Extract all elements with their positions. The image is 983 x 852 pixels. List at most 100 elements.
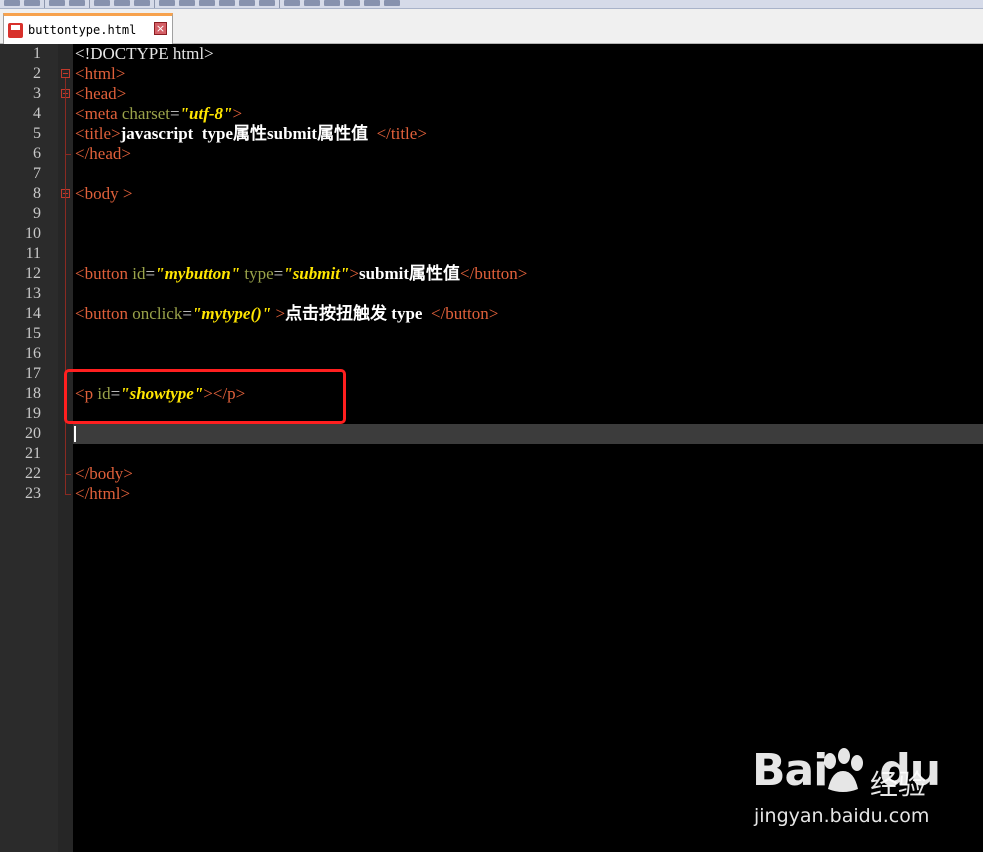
line-number: 12: [25, 265, 41, 282]
tag: >: [232, 104, 243, 123]
jingyan-text: 经验: [870, 768, 927, 801]
doctype: <!DOCTYPE html>: [75, 44, 214, 63]
watermark-url: jingyan.baidu.com: [754, 805, 930, 827]
line-number: 15: [25, 325, 41, 342]
toolbar-button[interactable]: [4, 0, 20, 6]
line-number: 8: [33, 185, 41, 202]
line-number: 13: [25, 285, 41, 302]
fold-guide: [65, 78, 66, 494]
toolbar-button[interactable]: [69, 0, 85, 6]
tag: </button>: [430, 304, 499, 323]
string: "submit": [283, 264, 350, 283]
attribute: onclick: [128, 304, 183, 323]
text-content: javascript type属性submit属性值: [120, 124, 377, 143]
toolbar-button[interactable]: [284, 0, 300, 6]
text-caret: [74, 426, 76, 442]
close-tab-icon[interactable]: ×: [154, 22, 167, 35]
toolbar-separator: [89, 0, 90, 8]
code-line-1: <!DOCTYPE html>: [75, 44, 214, 64]
code-line-23: </html>: [75, 484, 130, 504]
tag: <head>: [75, 84, 127, 103]
toolbar-button[interactable]: [24, 0, 40, 6]
code-line-4: <meta charset="utf-8">: [75, 104, 242, 124]
toolbar-button[interactable]: [219, 0, 235, 6]
tab-label: buttontype.html: [28, 23, 137, 37]
line-number: 9: [33, 205, 41, 222]
toolbar-button[interactable]: [134, 0, 150, 6]
toolbar-button[interactable]: [179, 0, 195, 6]
code-line-5: <title>javascript type属性submit属性值 </titl…: [75, 124, 427, 144]
tag: <meta: [75, 104, 118, 123]
toolbar-button[interactable]: [94, 0, 110, 6]
text-content: 点击按扭触发 type: [285, 304, 431, 323]
code-line-3: <head>: [75, 84, 126, 104]
paw-icon: [824, 748, 863, 792]
tag: </head>: [75, 144, 131, 163]
toolbar-button[interactable]: [384, 0, 400, 6]
text-content: submit属性值: [358, 264, 461, 283]
line-number: 22: [25, 465, 41, 482]
equals: =: [273, 264, 284, 283]
code-editor[interactable]: 1 2 3 4 5 6 7 8 9 10 11 12 13 14 15 16 1…: [0, 44, 983, 852]
tag: </button>: [460, 264, 528, 283]
attribute: charset: [117, 104, 171, 123]
toolbar-separator: [279, 0, 280, 8]
tag: <body >: [75, 184, 133, 203]
tag: </html>: [75, 484, 131, 503]
code-line-8: <body >: [75, 184, 132, 204]
tag: <html>: [75, 64, 126, 83]
fold-marker-icon[interactable]: [61, 69, 70, 78]
fold-end: [65, 494, 71, 495]
equals: =: [170, 104, 180, 123]
tag: >: [271, 304, 286, 323]
toolbar-button[interactable]: [159, 0, 175, 6]
line-number: 1: [33, 45, 41, 62]
toolbar-button[interactable]: [344, 0, 360, 6]
tab-buttontype[interactable]: buttontype.html ×: [3, 13, 173, 44]
line-number: 23: [25, 485, 41, 502]
toolbar-button[interactable]: [304, 0, 320, 6]
toolbar-button[interactable]: [239, 0, 255, 6]
line-number: 16: [25, 345, 41, 362]
line-number: 2: [33, 65, 41, 82]
string: "utf-8": [179, 104, 233, 123]
attribute: type: [240, 264, 274, 283]
line-number: 10: [25, 225, 41, 242]
toolbar-separator: [154, 0, 155, 8]
line-number: 7: [33, 165, 41, 182]
tag: </body>: [75, 464, 133, 483]
line-number: 4: [33, 105, 41, 122]
equals: =: [182, 304, 192, 323]
line-number: 14: [25, 305, 41, 322]
save-disk-icon: [8, 22, 23, 38]
line-number: 6: [33, 145, 41, 162]
code-line-2: <html>: [75, 64, 125, 84]
toolbar-button[interactable]: [364, 0, 380, 6]
tag: >: [349, 264, 359, 283]
string: "mybutton": [155, 264, 241, 283]
toolbar-button[interactable]: [259, 0, 275, 6]
line-number: 20: [25, 425, 41, 442]
string: "mytype()": [191, 304, 272, 323]
line-number: 18: [25, 385, 41, 402]
attribute: id: [128, 264, 146, 283]
toolbar-button[interactable]: [114, 0, 130, 6]
line-number: 21: [25, 445, 41, 462]
code-line-6: </head>: [75, 144, 131, 164]
code-line-12: <button id="mybutton" type="submit">subm…: [75, 264, 527, 284]
red-annotation-box: [64, 369, 346, 424]
code-line-22: </body>: [75, 464, 133, 484]
toolbar-button[interactable]: [324, 0, 340, 6]
code-line-14: <button onclick="mytype()" >点击按扭触发 type …: [75, 304, 498, 324]
line-number: 5: [33, 125, 41, 142]
toolbar: [0, 0, 983, 9]
toolbar-separator: [44, 0, 45, 8]
baidu-jingyan-watermark: Bai du 经验 jingyan.baidu.com: [752, 745, 952, 835]
line-number: 19: [25, 405, 41, 422]
line-number: 17: [25, 365, 41, 382]
toolbar-button[interactable]: [49, 0, 65, 6]
toolbar-button[interactable]: [199, 0, 215, 6]
baidu-logo-left: Bai: [752, 745, 828, 796]
line-number: 11: [25, 245, 41, 262]
tag: <title>: [75, 124, 121, 143]
